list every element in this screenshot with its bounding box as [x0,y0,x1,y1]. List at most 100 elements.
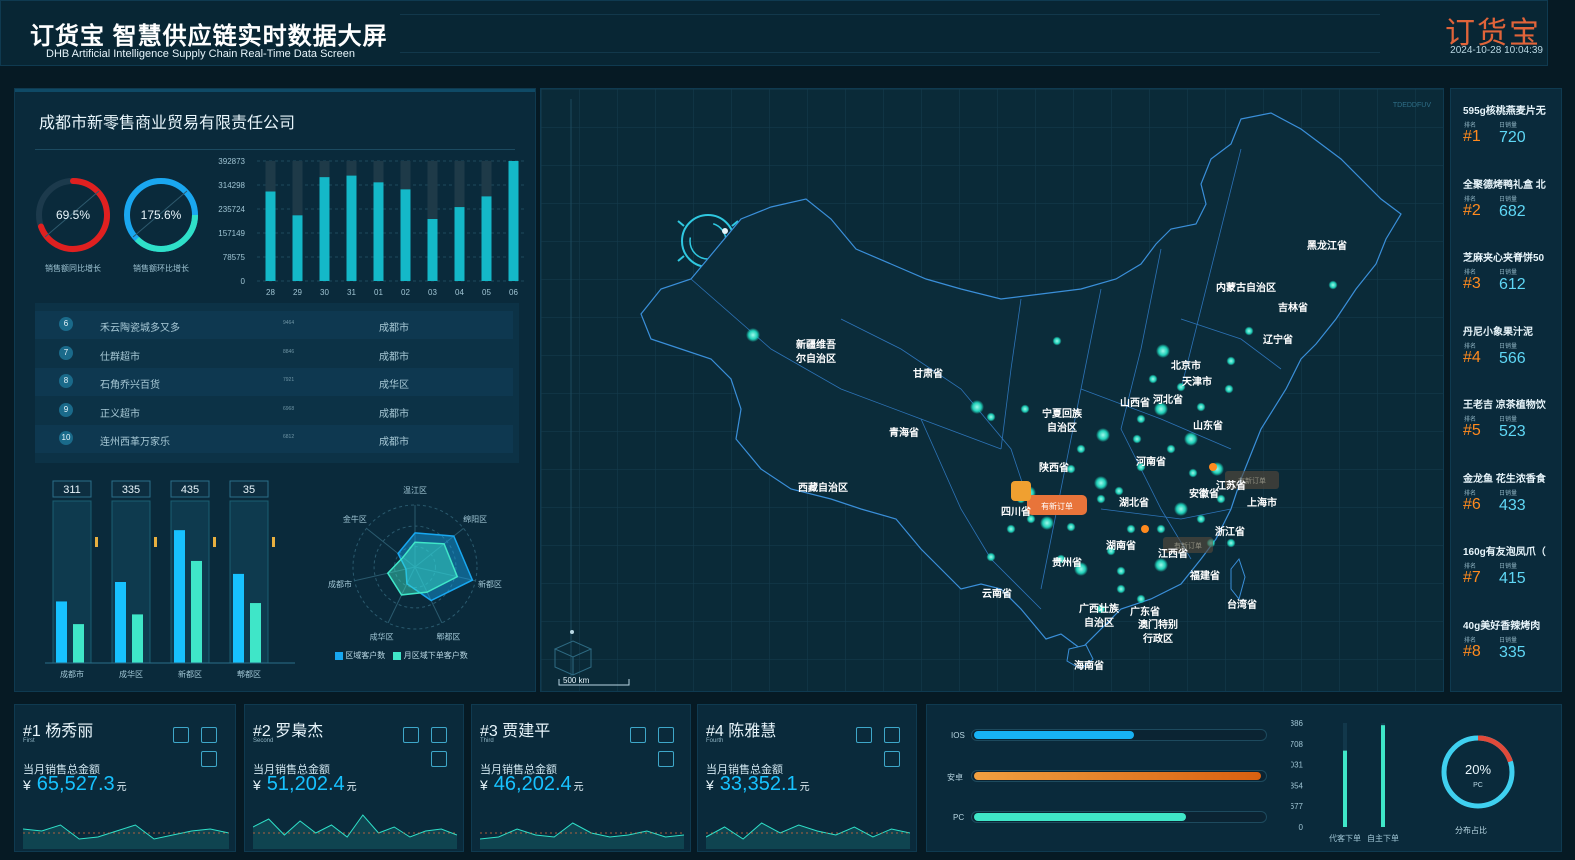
district-top-value: 335 [122,484,140,496]
province-label[interactable]: 江苏省 [1216,477,1246,492]
order-hotspot-dot [1126,524,1136,534]
province-label[interactable]: 内蒙古自治区 [1216,279,1276,294]
sales-sparkline [706,822,910,849]
header-bar: 订货宝 智慧供应链实时数据大屏 DHB Artificial Intellige… [0,0,1548,66]
toolbar-square-icon[interactable] [431,727,447,743]
province-label[interactable]: 安徽省 [1189,485,1219,500]
province-label[interactable]: 河北省 [1153,391,1183,406]
province-label[interactable]: 山西省 [1120,394,1150,409]
toolbar-square-icon[interactable] [884,727,900,743]
toolbar-square-icon[interactable] [403,727,419,743]
province-label[interactable]: 新疆维吾尔自治区 [794,339,838,367]
map-canvas[interactable]: 有新订单 有新订单 有新订单 500 km TDEDDFUV [541,89,1444,692]
toolbar-square-icon[interactable] [630,727,646,743]
district-bar-chart: 311 成都市 335 成华区 435 新都区 35 郫都区 [45,480,295,679]
store-value: 7921 [283,377,295,383]
daily-sales-chart: 392873 314298 235724 157149 78575 0 28 29 30 31 01… [218,157,527,297]
toolbar-square-icon[interactable] [431,751,447,767]
product-rank-item[interactable]: 王老吉 凉茶植物饮 排名 日销量 #5 523 [1457,392,1557,460]
order-hotspot-dot [1226,538,1236,548]
company-panel: 成都市新零售商业贸易有限责任公司 69.5% 175.6% 销售额同比增长 销售… [14,88,536,692]
province-label[interactable]: 辽宁省 [1263,331,1293,346]
store-row[interactable]: 7 仕群超市 8846 成都市 [35,340,513,368]
province-label[interactable]: 青海省 [889,424,919,439]
gauge-mom: 175.6% [124,178,198,252]
province-label[interactable]: 天津市 [1182,373,1212,388]
province-label[interactable]: 北京市 [1171,357,1201,372]
province-label[interactable]: 福建省 [1190,567,1220,582]
province-label[interactable]: 四川省 [1001,503,1031,518]
product-rank-item[interactable]: 芝麻夹心夹脊饼50 排名 日销量 #3 612 [1457,245,1557,313]
province-label[interactable]: 贵州省 [1052,554,1082,569]
province-label[interactable]: 河南省 [1136,453,1166,468]
province-label[interactable]: 上海市 [1247,494,1277,509]
province-label[interactable]: 陕西省 [1039,459,1069,474]
daily-bar [508,161,519,281]
province-label[interactable]: 浙江省 [1215,523,1245,538]
store-city: 成都市 [379,351,409,363]
china-map-panel[interactable]: 有新订单 有新订单 有新订单 500 km TDEDDFUV 黑龙江省内蒙古自治… [540,88,1444,692]
toolbar-square-icon[interactable] [658,751,674,767]
district-bar-a [174,530,185,663]
radar-axis-label: 绵阳区 [463,514,487,524]
province-label[interactable]: 广东省 [1130,603,1160,618]
province-label[interactable]: 湖北省 [1119,494,1149,509]
radar-legend: 区域客户数 月区域下单客户数 [335,650,468,661]
toolbar-square-icon[interactable] [201,727,217,743]
product-rank-item[interactable]: 595g核桃燕麦片无 排名 日销量 #1 720 [1457,98,1557,166]
province-label[interactable]: 西藏自治区 [798,479,848,494]
sales-caption: 日销量 [1499,123,1518,129]
province-label[interactable]: 台湾省 [1227,596,1257,611]
product-sales: 523 [1499,423,1526,440]
province-label[interactable]: 黑龙江省 [1307,237,1347,252]
product-rank-item[interactable]: 金龙鱼 花生浓香食 排名 日销量 #6 433 [1457,465,1557,534]
product-rank-item[interactable]: 丹尼小象果汁泥 排名 日销量 #4 566 [1457,318,1557,387]
store-row[interactable]: 6 禾云陶瓷城多又多 9464 成都市 [35,311,513,339]
order-hotspot-dot [1188,468,1198,478]
province-label[interactable]: 广西壮族自治区 [1077,603,1121,631]
toolbar-square-icon[interactable] [173,727,189,743]
radar-axis-label: 新都区 [478,579,502,589]
province-label[interactable]: 澳门特别行政区 [1136,619,1180,647]
product-rank-item[interactable]: 40g美好香辣烤肉 排名 日销量 #8 335 [1457,612,1557,681]
x-tick-label: 05 [482,288,491,297]
order-hotspot-dot [1116,584,1126,594]
toolbar-square-icon[interactable] [658,727,674,743]
order-hotspot-dot [1040,516,1054,530]
order-marker [1141,525,1149,533]
province-label[interactable]: 吉林省 [1278,299,1308,314]
store-row[interactable]: 10 连州西革万家乐 6812 成都市 [35,425,513,453]
header-divider [400,52,1380,53]
product-rank-item[interactable]: 160g有友泡凤爪（ 排名 日销量 #7 415 [1457,539,1557,607]
salesperson-card[interactable]: #4 陈雅慧 Fourth 当月销售总金额 ¥33,352.1 元 [697,704,917,852]
province-label[interactable]: 海南省 [1074,657,1104,672]
y-tick-label: 392873 [218,157,245,166]
order-hotspot-dot [1096,428,1110,442]
province-label[interactable]: 云南省 [982,585,1012,600]
growth-gauges: 69.5% 175.6% [36,178,198,252]
store-value: 6968 [283,405,295,412]
toolbar-square-icon[interactable] [856,727,872,743]
salesperson-card[interactable]: #2 罗梟杰 Second 当月销售总金额 ¥51,202.4 元 [244,704,464,852]
store-row[interactable]: 8 石角乔兴百货 7921 成华区 [35,368,513,396]
order-hotspot-dot [1094,476,1108,490]
province-label[interactable]: 山东省 [1193,417,1223,432]
province-label[interactable]: 甘肃省 [913,365,943,380]
order-y-tick: 18386 [1291,719,1304,728]
toolbar-square-icon[interactable] [201,751,217,767]
salesperson-card[interactable]: #1 杨秀丽 First 当月销售总金额 ¥65,527.3 元 [14,704,236,852]
salesperson-card[interactable]: #3 贾建平 Third 当月销售总金额 ¥46,202.4 元 [471,704,691,852]
toolbar-square-icon[interactable] [884,751,900,767]
daily-bar [427,218,438,281]
sparkline-area [23,825,229,849]
province-label[interactable]: 湖南省 [1106,537,1136,552]
radar-axis-label: 金牛区 [343,514,367,524]
store-city: 成都市 [379,323,409,334]
device-bar-ios [971,729,1267,741]
product-rank-item[interactable]: 全聚德烤鸭礼盒 北排名 日销量 #2 682 [1457,171,1557,240]
store-row[interactable]: 9 正义超市 6968 成都市 [35,397,513,425]
gauge-mom-label: 销售额环比增长 [133,264,189,273]
province-label[interactable]: 宁夏回族自治区 [1040,408,1084,436]
order-hotspot-dot [1116,566,1126,576]
province-label[interactable]: 江西省 [1158,545,1188,560]
